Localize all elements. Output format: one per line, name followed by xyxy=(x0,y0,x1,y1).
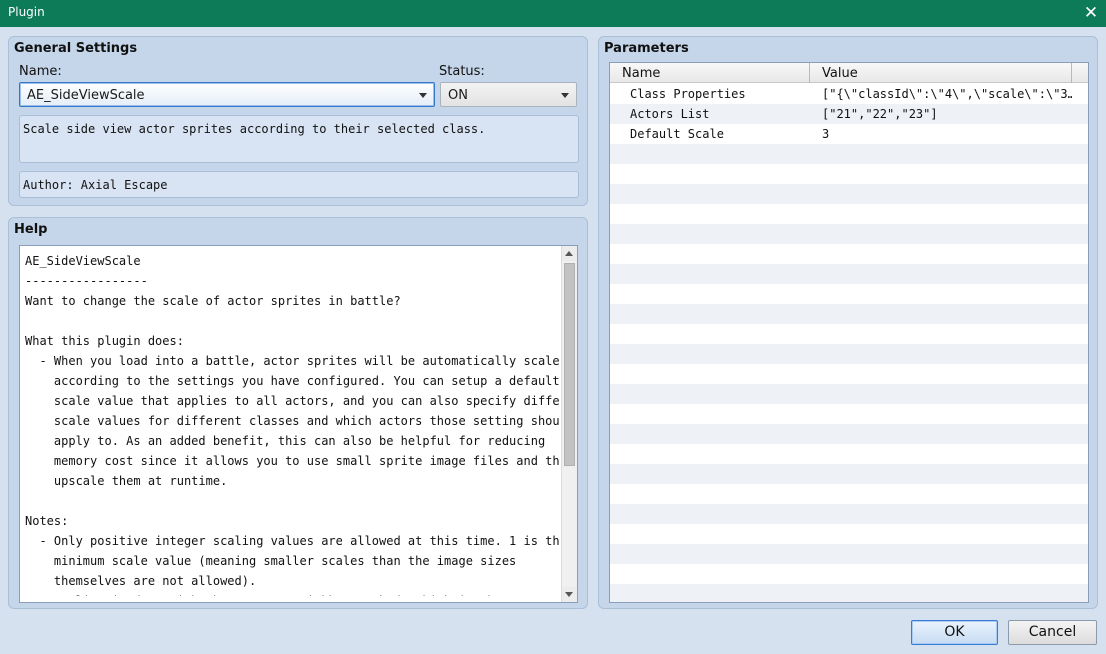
empty-table-row[interactable] xyxy=(610,444,1088,464)
empty-table-row[interactable] xyxy=(610,344,1088,364)
table-header: Name Value xyxy=(610,63,1088,83)
window-title: Plugin xyxy=(8,5,45,19)
table-row[interactable]: Default Scale 3 xyxy=(610,124,1088,144)
empty-table-row[interactable] xyxy=(610,544,1088,564)
empty-table-row[interactable] xyxy=(610,484,1088,504)
cancel-button[interactable]: Cancel xyxy=(1008,620,1097,645)
description-field[interactable]: Scale side view actor sprites according … xyxy=(19,115,579,163)
empty-table-row[interactable] xyxy=(610,244,1088,264)
help-textarea[interactable]: AE_SideViewScale ----------------- Want … xyxy=(19,245,578,603)
empty-table-row[interactable] xyxy=(610,404,1088,424)
empty-table-row[interactable] xyxy=(610,224,1088,244)
status-value: ON xyxy=(448,88,468,103)
empty-table-row[interactable] xyxy=(610,144,1088,164)
table-row[interactable]: Class Properties ["{\"classId\":\"4\",\"s… xyxy=(610,84,1088,104)
help-text: AE_SideViewScale ----------------- Want … xyxy=(25,254,560,596)
empty-table-row[interactable] xyxy=(610,324,1088,344)
param-value-cell: ["{\"classId\":\"4\",\"scale\":\"3… xyxy=(822,87,1072,101)
close-icon[interactable]: ✕ xyxy=(1076,0,1106,27)
empty-table-row[interactable] xyxy=(610,584,1088,602)
description-text: Scale side view actor sprites according … xyxy=(23,122,486,136)
author-text: Author: Axial Escape xyxy=(23,178,168,192)
empty-table-row[interactable] xyxy=(610,504,1088,524)
param-name-cell: Default Scale xyxy=(630,127,724,141)
author-field: Author: Axial Escape xyxy=(19,171,579,198)
status-label: Status: xyxy=(439,64,485,79)
empty-table-row[interactable] xyxy=(610,464,1088,484)
general-settings-group: General Settings Name: Status: AE_SideVi… xyxy=(8,36,588,206)
empty-table-row[interactable] xyxy=(610,424,1088,444)
empty-table-row[interactable] xyxy=(610,164,1088,184)
param-name-cell: Class Properties xyxy=(630,87,746,101)
table-row[interactable]: Actors List ["21","22","23"] xyxy=(610,104,1088,124)
empty-table-row[interactable] xyxy=(610,284,1088,304)
name-label: Name: xyxy=(19,64,62,79)
empty-table-row[interactable] xyxy=(610,364,1088,384)
scroll-down-icon[interactable] xyxy=(562,587,577,602)
empty-table-row[interactable] xyxy=(610,264,1088,284)
column-header-name[interactable]: Name xyxy=(610,63,810,83)
chevron-down-icon xyxy=(419,93,427,98)
empty-table-row[interactable] xyxy=(610,304,1088,324)
ok-button[interactable]: OK xyxy=(911,620,998,645)
empty-table-row[interactable] xyxy=(610,184,1088,204)
help-scrollbar[interactable] xyxy=(561,246,577,602)
help-group: Help AE_SideViewScale ----------------- … xyxy=(8,217,588,609)
title-bar: Plugin ✕ xyxy=(0,0,1106,27)
parameters-group: Parameters Name Value Class Properties ["… xyxy=(598,36,1098,609)
dialog-body: General Settings Name: Status: AE_SideVi… xyxy=(0,27,1106,654)
param-value-cell: 3 xyxy=(822,127,830,141)
scroll-thumb[interactable] xyxy=(564,263,575,466)
parameters-table[interactable]: Name Value Class Properties ["{\"classId\… xyxy=(609,62,1089,603)
scroll-up-icon[interactable] xyxy=(562,246,577,261)
help-title: Help xyxy=(14,222,48,237)
empty-table-row[interactable] xyxy=(610,524,1088,544)
empty-table-row[interactable] xyxy=(610,384,1088,404)
plugin-name-select[interactable]: AE_SideViewScale xyxy=(19,82,435,107)
empty-table-row[interactable] xyxy=(610,204,1088,224)
param-name-cell: Actors List xyxy=(630,107,710,121)
status-select[interactable]: ON xyxy=(440,82,577,107)
empty-table-row[interactable] xyxy=(610,564,1088,584)
column-header-value[interactable]: Value xyxy=(810,63,1072,83)
parameters-title: Parameters xyxy=(604,41,689,56)
general-settings-title: General Settings xyxy=(14,41,138,56)
chevron-down-icon xyxy=(561,93,569,98)
plugin-name-value: AE_SideViewScale xyxy=(27,88,145,103)
param-value-cell: ["21","22","23"] xyxy=(822,107,938,121)
